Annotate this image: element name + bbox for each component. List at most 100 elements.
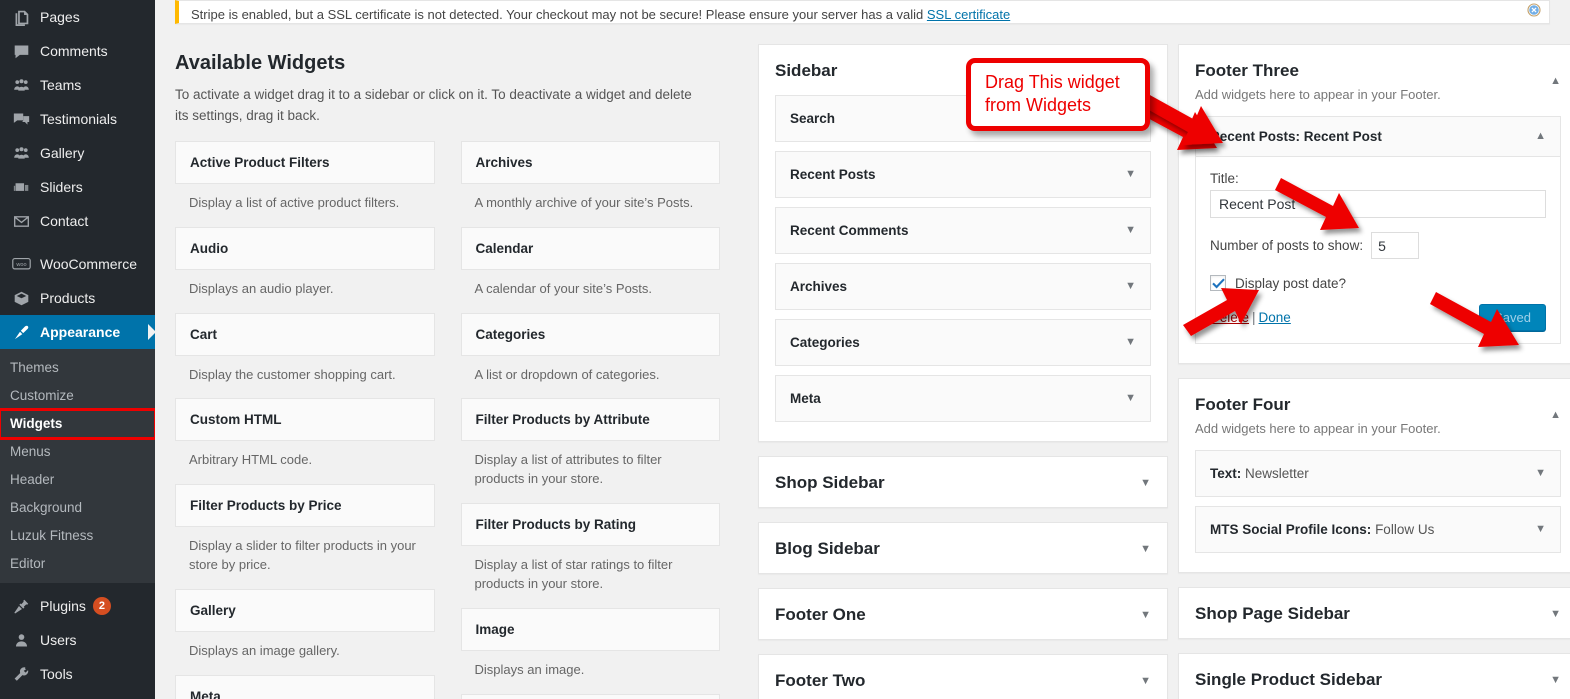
sidebar-panel-blog-sidebar[interactable]: Blog Sidebar ▼ xyxy=(758,522,1168,574)
submenu-item-customize[interactable]: Customize xyxy=(0,382,155,410)
widget-card[interactable]: Gallery Displays an image gallery. xyxy=(175,589,435,675)
sidebar-item-plugins[interactable]: Plugins 2 xyxy=(0,589,155,623)
chevron-down-icon[interactable]: ▼ xyxy=(1140,478,1151,489)
chevron-down-icon[interactable]: ▼ xyxy=(1125,225,1136,236)
sidebar-item-testimonials[interactable]: Testimonials xyxy=(0,102,155,136)
widget-card[interactable]: Custom HTML Arbitrary HTML code. xyxy=(175,398,435,484)
dismiss-icon[interactable] xyxy=(1523,0,1545,21)
widget-card[interactable]: Calendar A calendar of your site’s Posts… xyxy=(461,227,721,313)
widget-card[interactable]: MTS Social Profile Icons xyxy=(461,694,721,699)
sidebar-item-users[interactable]: Users xyxy=(0,623,155,657)
widget-name[interactable]: Archives xyxy=(461,141,721,184)
display-post-date-row[interactable]: Display post date? xyxy=(1210,275,1546,291)
display-post-date-checkbox[interactable] xyxy=(1210,275,1226,291)
sidebar-item-tools[interactable]: Tools xyxy=(0,657,155,691)
widget-name[interactable]: Categories xyxy=(461,313,721,356)
sidebar-widget-archives[interactable]: Archives ▼ xyxy=(775,263,1151,310)
footer-widget-social-icons[interactable]: MTS Social Profile Icons: Follow Us ▼ xyxy=(1195,506,1561,553)
widget-name[interactable]: Audio xyxy=(175,227,435,270)
panel-header[interactable]: Blog Sidebar ▼ xyxy=(759,523,1167,573)
chevron-down-icon[interactable]: ▼ xyxy=(1125,393,1136,404)
saved-button[interactable]: Saved xyxy=(1479,304,1546,331)
sidebar-item-appearance[interactable]: Appearance xyxy=(0,315,155,349)
widget-header[interactable]: Recent Posts: Recent Post ▲ xyxy=(1196,117,1560,157)
sidebar-item-sliders[interactable]: Sliders xyxy=(0,170,155,204)
ssl-certificate-link[interactable]: SSL certificate xyxy=(927,7,1010,22)
submenu-item-widgets[interactable]: Widgets xyxy=(0,410,155,438)
done-link[interactable]: Done xyxy=(1259,310,1291,325)
panel-header[interactable]: Single Product Sidebar ▼ xyxy=(1179,654,1570,699)
widget-card[interactable]: Filter Products by Price Display a slide… xyxy=(175,484,435,589)
sidebar-widget-recent-posts[interactable]: Recent Posts ▼ xyxy=(775,151,1151,198)
sidebar-widget-search[interactable]: Search xyxy=(775,95,1151,142)
sidebar-panel-single-product-sidebar[interactable]: Single Product Sidebar ▼ xyxy=(1178,653,1570,699)
sidebar-panel-footer-one[interactable]: Footer One ▼ xyxy=(758,588,1168,640)
chevron-up-icon[interactable]: ▲ xyxy=(1535,131,1546,142)
sidebar-item-woocommerce[interactable]: woo WooCommerce xyxy=(0,247,155,281)
widget-name[interactable]: Cart xyxy=(175,313,435,356)
posts-count-input[interactable] xyxy=(1371,232,1419,259)
sidebar-widget-recent-comments[interactable]: Recent Comments ▼ xyxy=(775,207,1151,254)
widget-card[interactable]: Archives A monthly archive of your site’… xyxy=(461,141,721,227)
submenu-item-background[interactable]: Background xyxy=(0,494,155,522)
panel-header[interactable]: Shop Page Sidebar ▼ xyxy=(1179,588,1570,638)
chevron-down-icon[interactable]: ▼ xyxy=(1550,675,1561,686)
chevron-down-icon[interactable]: ▼ xyxy=(1140,544,1151,555)
widget-card[interactable]: Audio Displays an audio player. xyxy=(175,227,435,313)
chevron-down-icon[interactable]: ▼ xyxy=(1535,468,1546,479)
panel-header[interactable]: Shop Sidebar ▼ xyxy=(759,457,1167,507)
sidebar-item-products[interactable]: Products xyxy=(0,281,155,315)
sidebar-item-gallery[interactable]: Gallery xyxy=(0,136,155,170)
widget-name[interactable]: Image xyxy=(461,608,721,651)
chevron-down-icon[interactable]: ▼ xyxy=(1125,169,1136,180)
submenu-item-editor[interactable]: Editor xyxy=(0,550,155,578)
widget-name[interactable]: Active Product Filters xyxy=(175,141,435,184)
chevron-up-icon[interactable]: ▲ xyxy=(1550,76,1561,87)
widget-name[interactable]: Gallery xyxy=(175,589,435,632)
widget-name[interactable]: Custom HTML xyxy=(175,398,435,441)
panel-header[interactable]: Footer One ▼ xyxy=(759,589,1167,639)
sidebar-panel-shop-page-sidebar[interactable]: Shop Page Sidebar ▼ xyxy=(1178,587,1570,639)
submenu-item-luzuk-fitness[interactable]: Luzuk Fitness xyxy=(0,522,155,550)
widget-card[interactable]: Filter Products by Attribute Display a l… xyxy=(461,398,721,503)
chevron-down-icon[interactable]: ▼ xyxy=(1140,676,1151,687)
panel-header[interactable]: Footer Two ▼ xyxy=(759,655,1167,699)
panel-header[interactable]: Sidebar xyxy=(759,45,1167,95)
footer-widget-text[interactable]: Text: Newsletter ▼ xyxy=(1195,450,1561,497)
sidebar-panel-footer-two[interactable]: Footer Two ▼ xyxy=(758,654,1168,699)
widget-name[interactable]: Calendar xyxy=(461,227,721,270)
chevron-down-icon[interactable]: ▼ xyxy=(1535,524,1546,535)
chevron-down-icon[interactable]: ▼ xyxy=(1550,609,1561,620)
submenu-item-themes[interactable]: Themes xyxy=(0,354,155,382)
widget-name[interactable]: Filter Products by Price xyxy=(175,484,435,527)
widget-name[interactable]: Filter Products by Attribute xyxy=(461,398,721,441)
widget-name[interactable]: MTS Social Profile Icons xyxy=(461,694,721,699)
widget-description: Display a slider to filter products in y… xyxy=(175,527,435,589)
chevron-down-icon[interactable]: ▼ xyxy=(1125,281,1136,292)
sidebar-item-contact[interactable]: Contact xyxy=(0,204,155,238)
widget-name[interactable]: Meta xyxy=(175,675,435,699)
available-widgets-grid: Active Product Filters Display a list of… xyxy=(175,141,720,699)
panel-header[interactable]: Footer Four Add widgets here to appear i… xyxy=(1179,379,1570,450)
sidebar-widget-categories[interactable]: Categories ▼ xyxy=(775,319,1151,366)
sidebar-panel-shop-sidebar[interactable]: Shop Sidebar ▼ xyxy=(758,456,1168,508)
chevron-down-icon[interactable]: ▼ xyxy=(1125,337,1136,348)
widget-card[interactable]: Categories A list or dropdown of categor… xyxy=(461,313,721,399)
widget-card[interactable]: Filter Products by Rating Display a list… xyxy=(461,503,721,608)
sidebar-item-comments[interactable]: Comments xyxy=(0,34,155,68)
delete-link[interactable]: Delete xyxy=(1210,310,1249,325)
widget-card[interactable]: Active Product Filters Display a list of… xyxy=(175,141,435,227)
sidebar-item-teams[interactable]: Teams xyxy=(0,68,155,102)
chevron-up-icon[interactable]: ▲ xyxy=(1550,410,1561,421)
title-input[interactable] xyxy=(1210,190,1546,218)
submenu-item-header[interactable]: Header xyxy=(0,466,155,494)
widget-card[interactable]: Cart Display the customer shopping cart. xyxy=(175,313,435,399)
widget-name[interactable]: Filter Products by Rating xyxy=(461,503,721,546)
submenu-item-menus[interactable]: Menus xyxy=(0,438,155,466)
sidebar-widget-meta[interactable]: Meta ▼ xyxy=(775,375,1151,422)
widget-card[interactable]: Image Displays an image. xyxy=(461,608,721,694)
sidebar-item-pages[interactable]: Pages xyxy=(0,0,155,34)
chevron-down-icon[interactable]: ▼ xyxy=(1140,610,1151,621)
panel-header[interactable]: Footer Three Add widgets here to appear … xyxy=(1179,45,1570,116)
widget-card[interactable]: Meta xyxy=(175,675,435,699)
